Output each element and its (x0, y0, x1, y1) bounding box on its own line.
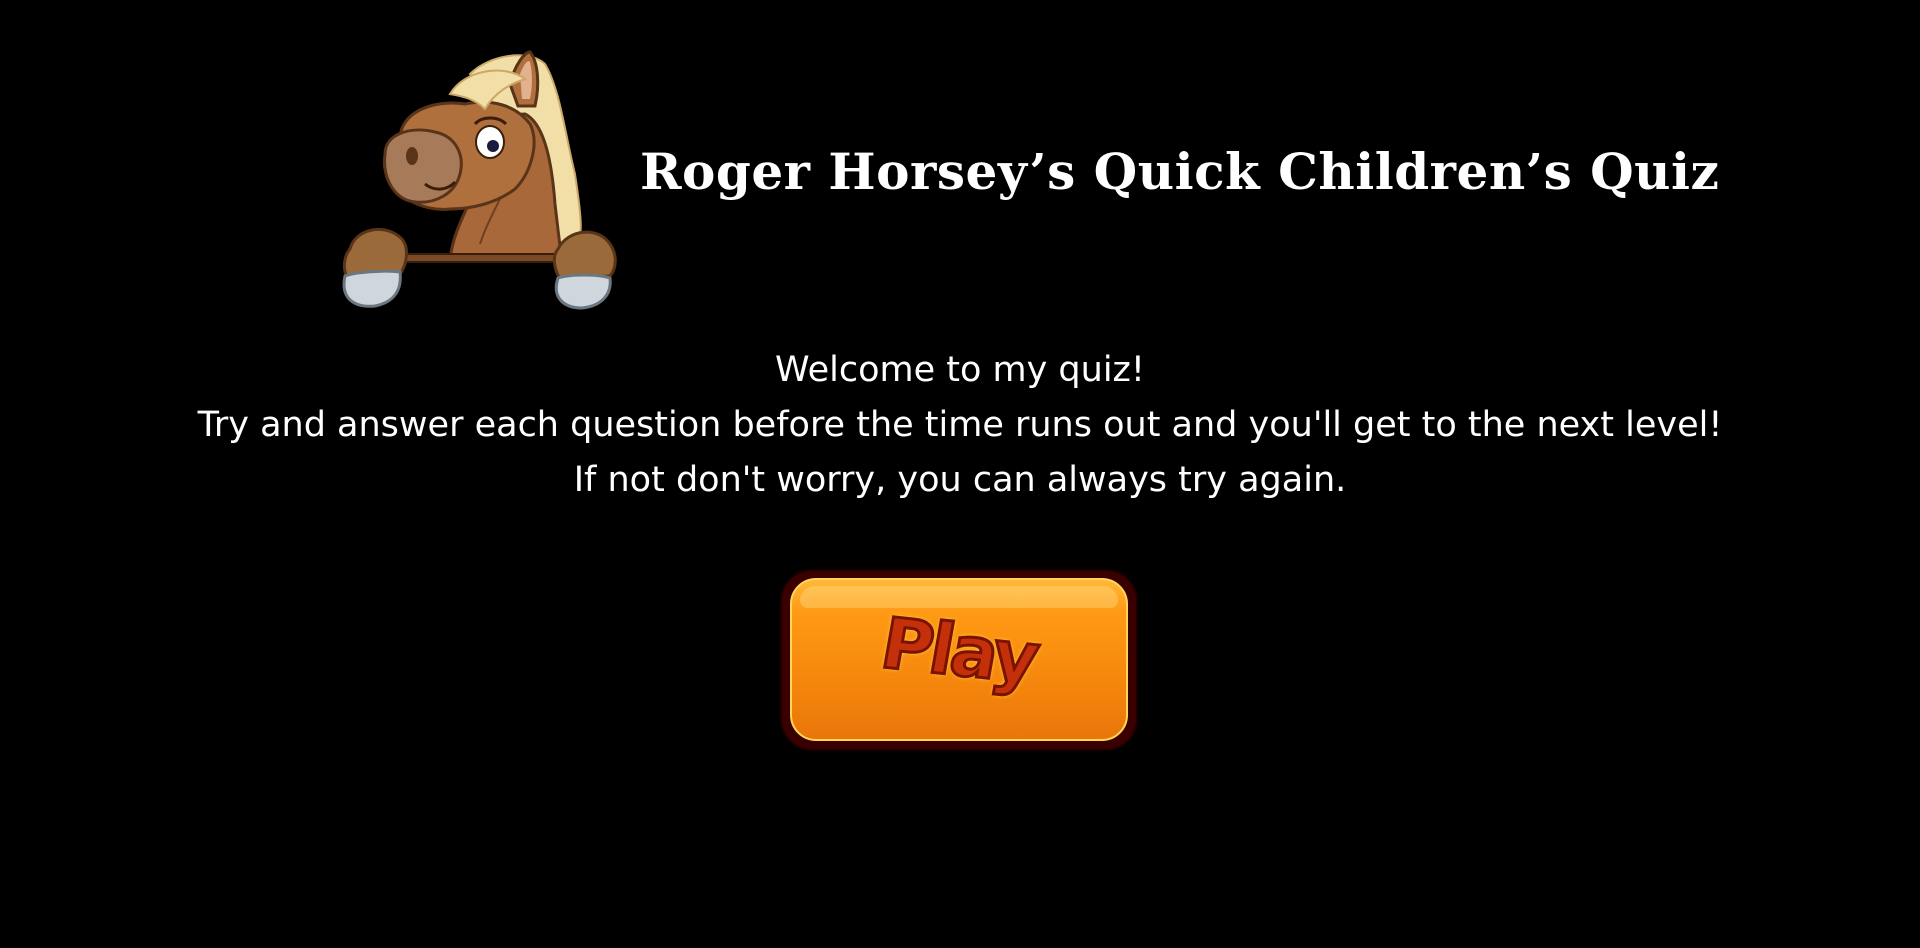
play-button-label: Play (874, 601, 1044, 701)
play-button[interactable]: Play (782, 571, 1136, 749)
page-title: Roger Horsey’s Quick Children’s Quiz (640, 141, 1720, 201)
intro-reassurance: If not don't worry, you can always try a… (573, 460, 1347, 500)
intro-instructions: Try and answer each question before the … (197, 405, 1723, 445)
play-button-face: Play (790, 578, 1128, 741)
intro-welcome: Welcome to my quiz! (775, 350, 1145, 390)
horse-mascot-icon (342, 50, 617, 310)
header: Roger Horsey’s Quick Children’s Quiz (330, 44, 1719, 316)
quiz-start-page: Roger Horsey’s Quick Children’s Quiz Wel… (0, 0, 1920, 948)
intro-text: Welcome to my quiz! Try and answer each … (0, 343, 1920, 508)
